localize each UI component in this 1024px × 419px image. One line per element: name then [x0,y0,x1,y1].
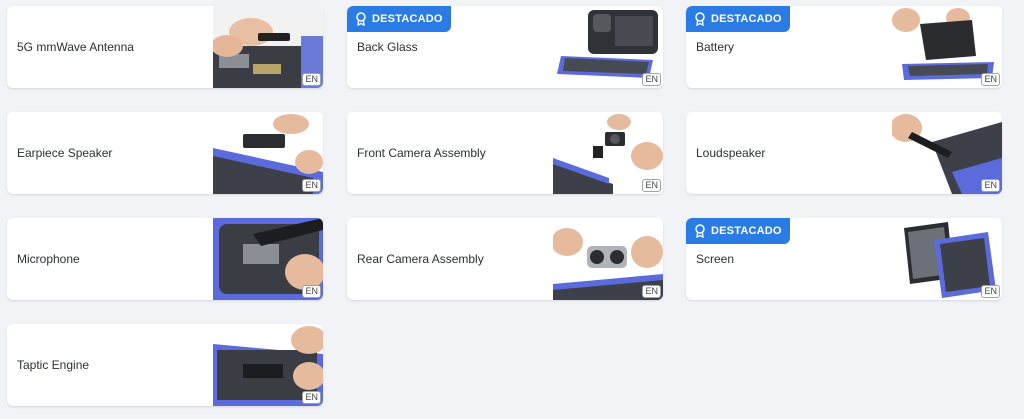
guide-card-5g-mmwave-antenna[interactable]: 5G mmWave Antenna EN [7,6,323,88]
guide-card-rear-camera-assembly[interactable]: Rear Camera Assembly EN [347,218,663,300]
language-badge: EN [642,285,661,298]
language-badge: EN [981,179,1000,192]
guide-thumbnail: EN [892,112,1002,194]
award-icon [356,12,366,26]
language-badge: EN [642,73,661,86]
guide-card-back-glass[interactable]: DESTACADO Back Glass EN [347,6,663,88]
featured-badge: DESTACADO [686,218,790,244]
featured-badge-label: DESTACADO [711,13,782,25]
featured-badge-label: DESTACADO [711,225,782,237]
guide-thumbnail: EN [553,6,663,88]
guide-thumbnail: EN [213,112,323,194]
featured-badge: DESTACADO [347,6,451,32]
language-badge: EN [302,285,321,298]
guide-thumbnail: EN [213,324,323,406]
language-badge: EN [981,73,1000,86]
guide-card-earpiece-speaker[interactable]: Earpiece Speaker EN [7,112,323,194]
award-icon [695,12,705,26]
guide-title: Earpiece Speaker [17,146,113,160]
guide-card-taptic-engine[interactable]: Taptic Engine EN [7,324,323,406]
guide-title: Loudspeaker [696,146,766,160]
language-badge: EN [302,73,321,86]
guide-thumbnail: EN [213,218,323,300]
language-badge: EN [302,391,321,404]
guide-card-screen[interactable]: DESTACADO Screen EN [686,218,1002,300]
language-badge: EN [302,179,321,192]
guide-title: Taptic Engine [17,358,90,372]
guide-thumbnail: EN [553,112,663,194]
guide-thumbnail: EN [892,218,1002,300]
guide-title: Screen [696,252,735,266]
guide-title: Front Camera Assembly [357,146,486,160]
guide-card-microphone[interactable]: Microphone EN [7,218,323,300]
guide-card-battery[interactable]: DESTACADO Battery EN [686,6,1002,88]
featured-badge: DESTACADO [686,6,790,32]
guide-thumbnail: EN [553,218,663,300]
guide-card-loudspeaker[interactable]: Loudspeaker EN [686,112,1002,194]
language-badge: EN [642,179,661,192]
guide-thumbnail: EN [213,6,323,88]
language-badge: EN [981,285,1000,298]
guide-title: Back Glass [357,40,418,54]
guide-card-front-camera-assembly[interactable]: Front Camera Assembly EN [347,112,663,194]
featured-badge-label: DESTACADO [372,13,443,25]
award-icon [695,224,705,238]
guides-grid: 5G mmWave Antenna EN DESTACADO Back Glas… [0,0,1024,419]
guide-title: Microphone [17,252,80,266]
guide-title: Battery [696,40,735,54]
guide-title: Rear Camera Assembly [357,252,484,266]
guide-thumbnail: EN [892,6,1002,88]
guide-title: 5G mmWave Antenna [17,40,134,54]
